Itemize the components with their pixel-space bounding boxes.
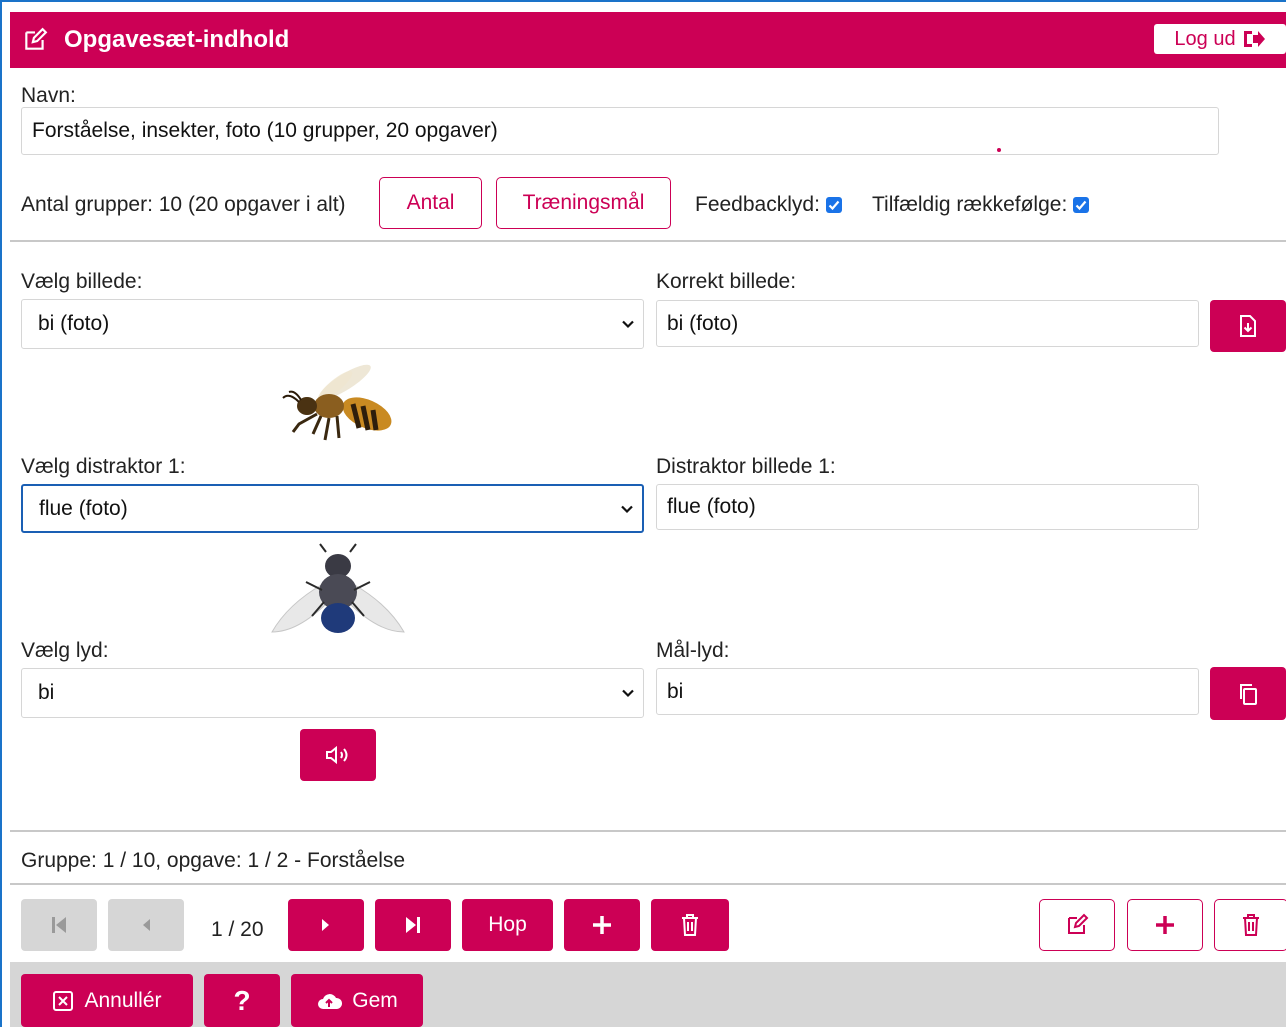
target-sound-field: bi bbox=[656, 668, 1199, 715]
first-button[interactable] bbox=[21, 899, 97, 951]
edit-icon bbox=[22, 27, 48, 53]
correct-image-field: bi (foto) bbox=[656, 300, 1199, 347]
add-task-button[interactable] bbox=[564, 899, 640, 951]
save-button[interactable]: Gem bbox=[291, 974, 423, 1027]
first-icon bbox=[50, 915, 68, 935]
page-title: Opgavesæt-indhold bbox=[64, 26, 290, 53]
window-border-left bbox=[0, 0, 2, 1027]
last-button[interactable] bbox=[375, 899, 451, 951]
target-sound-value: bi bbox=[667, 679, 684, 703]
page-header: Opgavesæt-indhold Log ud bbox=[10, 12, 1286, 68]
window-border-top bbox=[0, 0, 1286, 2]
cancel-label: Annullér bbox=[84, 988, 162, 1012]
correct-image-label: Korrekt billede: bbox=[656, 270, 797, 293]
footer-bar bbox=[10, 962, 1286, 1027]
chevron-down-icon bbox=[621, 686, 635, 700]
sound-select-label: Vælg lyd: bbox=[21, 639, 109, 662]
plus-icon bbox=[1154, 914, 1176, 936]
divider bbox=[10, 883, 1286, 885]
previous-button[interactable] bbox=[108, 899, 184, 951]
play-sound-button[interactable] bbox=[300, 729, 376, 781]
decorative-dot bbox=[997, 148, 1001, 152]
chevron-down-icon bbox=[620, 502, 634, 516]
chevron-down-icon bbox=[621, 317, 635, 331]
antal-button[interactable]: Antal bbox=[379, 177, 482, 229]
random-order-label: Tilfældig rækkefølge: bbox=[872, 193, 1068, 216]
training-goal-button[interactable]: Træningsmål bbox=[496, 177, 671, 229]
cloud-upload-icon bbox=[316, 991, 343, 1011]
delete-task-button[interactable] bbox=[651, 899, 729, 951]
distractor-image-field: flue (foto) bbox=[656, 484, 1199, 530]
sound-select-value: bi bbox=[38, 681, 55, 704]
divider bbox=[10, 240, 1286, 242]
close-box-icon bbox=[52, 990, 74, 1012]
distractor-image-value: flue (foto) bbox=[667, 495, 756, 518]
status-text: Gruppe: 1 / 10, opgave: 1 / 2 - Forståel… bbox=[21, 849, 406, 872]
image-select-value: bi (foto) bbox=[38, 312, 110, 335]
divider bbox=[10, 830, 1286, 832]
image-select[interactable]: bi (foto) bbox=[21, 299, 644, 349]
cancel-button[interactable]: Annullér bbox=[21, 974, 193, 1027]
target-sound-label: Mål-lyd: bbox=[656, 639, 730, 662]
name-value: Forståelse, insekter, foto (10 grupper, … bbox=[32, 119, 498, 142]
file-download-icon bbox=[1238, 314, 1258, 338]
trash-icon bbox=[1241, 913, 1261, 937]
plus-icon bbox=[591, 914, 613, 936]
distractor-select-label: Vælg distraktor 1: bbox=[21, 455, 186, 478]
group-count-text: Antal grupper: 10 (20 opgaver i alt) bbox=[21, 193, 346, 216]
next-icon bbox=[320, 917, 332, 933]
logout-icon bbox=[1242, 28, 1266, 50]
save-label: Gem bbox=[352, 988, 398, 1012]
image-select-label: Vælg billede: bbox=[21, 270, 143, 293]
help-button[interactable]: ? bbox=[204, 974, 280, 1027]
random-order-setting: Tilfældig rækkefølge: bbox=[872, 193, 1090, 217]
correct-image-value: bi (foto) bbox=[667, 311, 739, 335]
delete-group-button[interactable] bbox=[1214, 899, 1286, 951]
sound-select[interactable]: bi bbox=[21, 668, 644, 718]
distractor-select-value: flue (foto) bbox=[39, 496, 128, 520]
add-group-button[interactable] bbox=[1127, 899, 1203, 951]
edit-icon bbox=[1065, 913, 1089, 937]
last-icon bbox=[404, 915, 422, 935]
next-button[interactable] bbox=[288, 899, 364, 951]
feedback-sound-checkbox[interactable] bbox=[825, 197, 842, 213]
feedback-sound-setting: Feedbacklyd: bbox=[695, 193, 842, 217]
logout-label: Log ud bbox=[1174, 27, 1236, 50]
trash-icon bbox=[680, 913, 700, 937]
logout-button[interactable]: Log ud bbox=[1154, 24, 1286, 54]
prev-icon bbox=[140, 917, 152, 933]
random-order-checkbox[interactable] bbox=[1073, 197, 1090, 213]
download-image-button[interactable] bbox=[1210, 300, 1286, 352]
jump-button[interactable]: Hop bbox=[462, 899, 553, 951]
distractor-select[interactable]: flue (foto) bbox=[21, 484, 644, 533]
feedback-sound-label: Feedbacklyd: bbox=[695, 193, 820, 216]
bee-image bbox=[277, 362, 397, 447]
edit-group-button[interactable] bbox=[1039, 899, 1115, 951]
copy-icon bbox=[1237, 682, 1259, 706]
page-indicator: 1 / 20 bbox=[211, 918, 264, 941]
name-label: Navn: bbox=[21, 84, 76, 107]
fly-image bbox=[268, 542, 408, 637]
distractor-image-label: Distraktor billede 1: bbox=[656, 455, 836, 478]
name-input[interactable]: Forståelse, insekter, foto (10 grupper, … bbox=[21, 107, 1219, 155]
copy-button[interactable] bbox=[1210, 667, 1286, 720]
speaker-icon bbox=[324, 745, 352, 765]
